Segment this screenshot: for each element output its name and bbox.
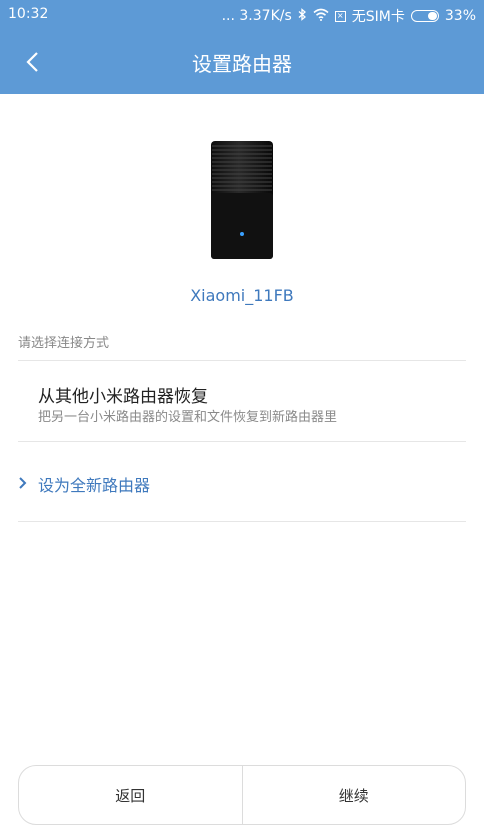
new-router-label: 设为全新路由器 [38, 476, 151, 495]
page-title: 设置路由器 [192, 52, 292, 76]
title-bar: 设置路由器 [0, 30, 484, 94]
section-label: 请选择连接方式 [18, 336, 110, 351]
router-image [209, 137, 275, 263]
device-name: Xiaomi_11FB [190, 286, 294, 305]
no-sim-icon: × [334, 10, 346, 22]
continue-button[interactable]: 继续 [243, 766, 466, 824]
restore-option-description: 把另一台小米路由器的设置和文件恢复到新路由器里 [38, 410, 338, 425]
network-speed: ... 3.37K/s [221, 8, 292, 24]
status-time: 10:32 [8, 6, 49, 22]
battery-percent: 33% [444, 8, 476, 24]
bottom-button-bar: 返回 继续 [18, 765, 466, 825]
restore-option-title: 从其他小米路由器恢复 [38, 387, 208, 407]
new-router-option[interactable]: 设为全新路由器 [18, 442, 466, 520]
battery-icon [410, 10, 439, 22]
back-text-button[interactable]: 返回 [19, 766, 242, 824]
status-indicators: ... 3.37K/s × 无SIM卡 33% [222, 6, 476, 26]
status-bar: 10:32 ... 3.37K/s × 无SIM卡 33% [0, 0, 484, 30]
chevron-right-icon [18, 475, 28, 494]
app-header: 10:32 ... 3.37K/s × 无SIM卡 33% 设置路由器 [0, 0, 484, 94]
divider [18, 521, 466, 522]
bluetooth-icon [298, 7, 307, 25]
restore-option[interactable]: 从其他小米路由器恢复 把另一台小米路由器的设置和文件恢复到新路由器里 [18, 361, 466, 441]
wifi-icon [313, 8, 329, 25]
sim-status: 无SIM卡 [351, 9, 405, 25]
